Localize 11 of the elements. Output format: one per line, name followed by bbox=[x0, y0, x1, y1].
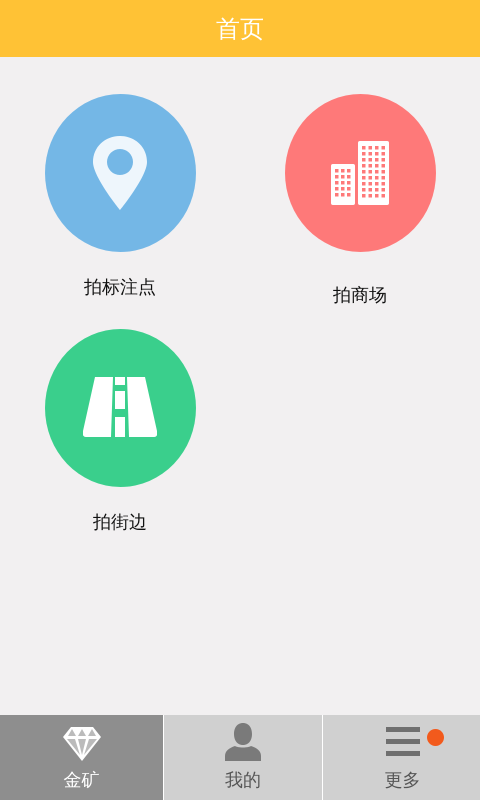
tile-label[interactable]: 拍标注点 bbox=[84, 274, 156, 301]
road-icon bbox=[83, 377, 157, 439]
pin-icon bbox=[93, 136, 147, 210]
person-icon bbox=[225, 723, 261, 761]
diamond-icon bbox=[62, 727, 100, 761]
tab-button[interactable]: 更多 bbox=[323, 715, 480, 800]
tile-label[interactable]: 拍商场 bbox=[333, 282, 387, 309]
tab-button[interactable]: 我的 bbox=[164, 715, 322, 800]
page-title: 首页 bbox=[216, 14, 264, 44]
buildings-icon bbox=[331, 141, 389, 205]
tile-label[interactable]: 拍街边 bbox=[93, 509, 147, 536]
